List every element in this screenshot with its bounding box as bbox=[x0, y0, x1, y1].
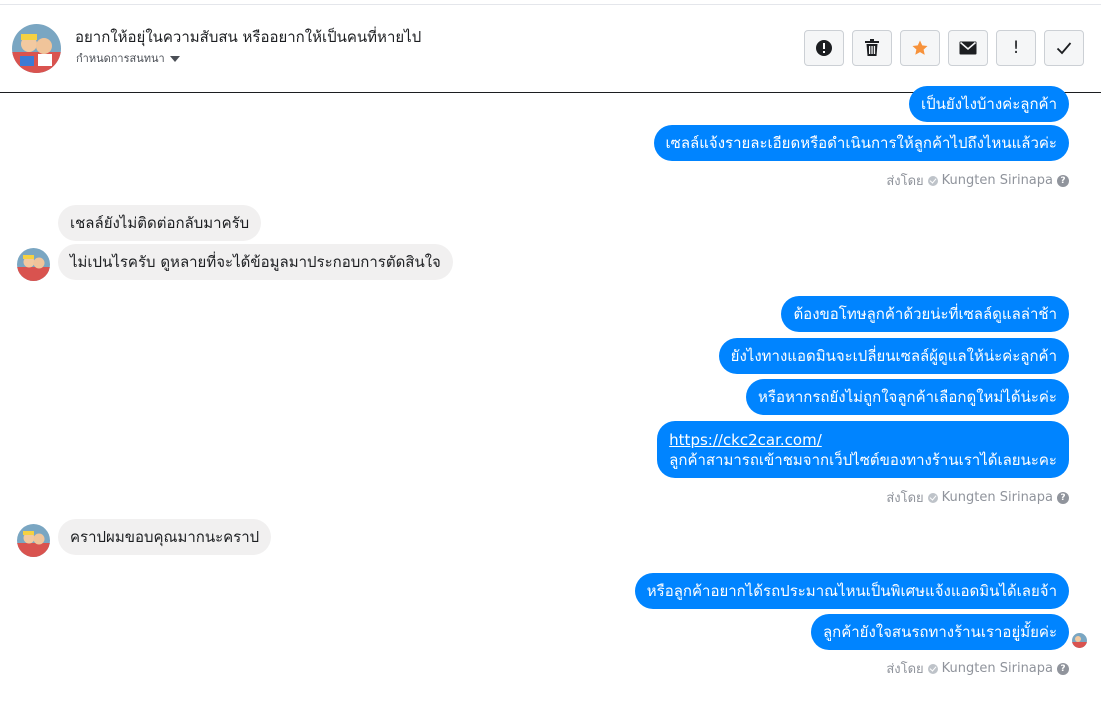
verified-icon bbox=[927, 175, 938, 186]
sender-name: Kungten Sirinapa bbox=[941, 661, 1053, 676]
help-icon[interactable]: ? bbox=[1057, 491, 1069, 504]
dropdown-label: กำหนดการสนทนา bbox=[76, 52, 165, 65]
sent-by-label: ส่งโดย Kungten Sirinapa ? bbox=[886, 170, 1069, 191]
message-text: ลูกค้าสามารถเข้าชมจากเว็ปไซต์ของทางร้านเ… bbox=[669, 451, 1057, 469]
incoming-message[interactable]: เชลล์ยังไม่ติดต่อกลับมาครับ bbox=[58, 205, 262, 241]
star-button[interactable] bbox=[900, 30, 940, 66]
contact-avatar[interactable] bbox=[17, 524, 50, 557]
conversation-settings-dropdown[interactable]: กำหนดการสนทนา bbox=[76, 49, 180, 67]
avatar[interactable] bbox=[12, 24, 61, 73]
action-toolbar: ! bbox=[804, 30, 1084, 66]
conversation-view: อยากให้อยุ่ในความสับสน หรืออยากให้เป็นคน… bbox=[0, 0, 1101, 708]
follow-up-button[interactable]: ! bbox=[996, 30, 1036, 66]
verified-icon bbox=[927, 663, 938, 674]
sender-name: Kungten Sirinapa bbox=[941, 173, 1053, 188]
incoming-message[interactable]: คราปผมขอบคุณมากนะคราป bbox=[58, 519, 272, 555]
outgoing-message[interactable]: ยังไงทางแอดมินจะเปลี่ยนเซลล์ผู้ดูแลให้น่… bbox=[718, 338, 1069, 374]
outgoing-message[interactable]: เซลล์แจ้งรายละเอียดหรือดำเนินการให้ลูกค้… bbox=[653, 125, 1069, 161]
read-receipt-avatar bbox=[1072, 633, 1087, 648]
sent-by-prefix: ส่งโดย bbox=[886, 662, 924, 677]
sent-by-prefix: ส่งโดย bbox=[886, 491, 924, 506]
conversation-title: อยากให้อยุ่ในความสับสน หรืออยากให้เป็นคน… bbox=[75, 28, 422, 46]
outgoing-message[interactable]: ต้องขอโทษลูกค้าด้วยน่ะที่เซลล์ดูแลล่าช้า bbox=[781, 296, 1069, 332]
outgoing-message[interactable]: หรือหากรถยังไม่ถูกใจลูกค้าเลือกดูใหม่ได้… bbox=[746, 379, 1069, 415]
divider bbox=[0, 4, 1101, 5]
checkmark-icon bbox=[1056, 42, 1072, 55]
mark-unread-button[interactable] bbox=[948, 30, 988, 66]
star-icon bbox=[912, 40, 928, 55]
caret-down-icon bbox=[169, 55, 180, 62]
sent-by-label: ส่งโดย Kungten Sirinapa ? bbox=[886, 487, 1069, 508]
contact-avatar[interactable] bbox=[17, 248, 50, 281]
sent-by-prefix: ส่งโดย bbox=[886, 174, 924, 189]
outgoing-message[interactable]: ลูกค้ายังใจสนรถทางร้านเราอยู่มั้ยค่ะ bbox=[810, 614, 1069, 650]
outgoing-message[interactable]: หรือลูกค้าอยากได้รถประมาณไหนเป็นพิเศษแจ้… bbox=[634, 573, 1069, 609]
mark-done-button[interactable] bbox=[1044, 30, 1084, 66]
delete-button[interactable] bbox=[852, 30, 892, 66]
sender-name: Kungten Sirinapa bbox=[941, 490, 1053, 505]
outgoing-message[interactable]: เป็นยังไงบ้างค่ะลูกค้า bbox=[909, 86, 1069, 122]
website-link[interactable]: https://ckc2car.com/ bbox=[669, 431, 822, 449]
verified-icon bbox=[927, 492, 938, 503]
report-button[interactable] bbox=[804, 30, 844, 66]
trash-icon bbox=[865, 39, 879, 56]
sent-by-label: ส่งโดย Kungten Sirinapa ? bbox=[886, 658, 1069, 679]
help-icon[interactable]: ? bbox=[1057, 662, 1069, 675]
incoming-message[interactable]: ไม่เปนไรครับ ดูหลายที่จะได้ข้อมูลมาประกอ… bbox=[58, 244, 453, 280]
conversation-header: อยากให้อยุ่ในความสับสน หรืออยากให้เป็นคน… bbox=[0, 0, 1101, 93]
outgoing-message-with-link[interactable]: https://ckc2car.com/ ลูกค้าสามารถเข้าชมจ… bbox=[657, 421, 1069, 478]
alert-circle-icon bbox=[816, 40, 832, 56]
exclamation-icon: ! bbox=[1012, 38, 1020, 58]
help-icon[interactable]: ? bbox=[1057, 174, 1069, 187]
envelope-icon bbox=[959, 41, 977, 55]
